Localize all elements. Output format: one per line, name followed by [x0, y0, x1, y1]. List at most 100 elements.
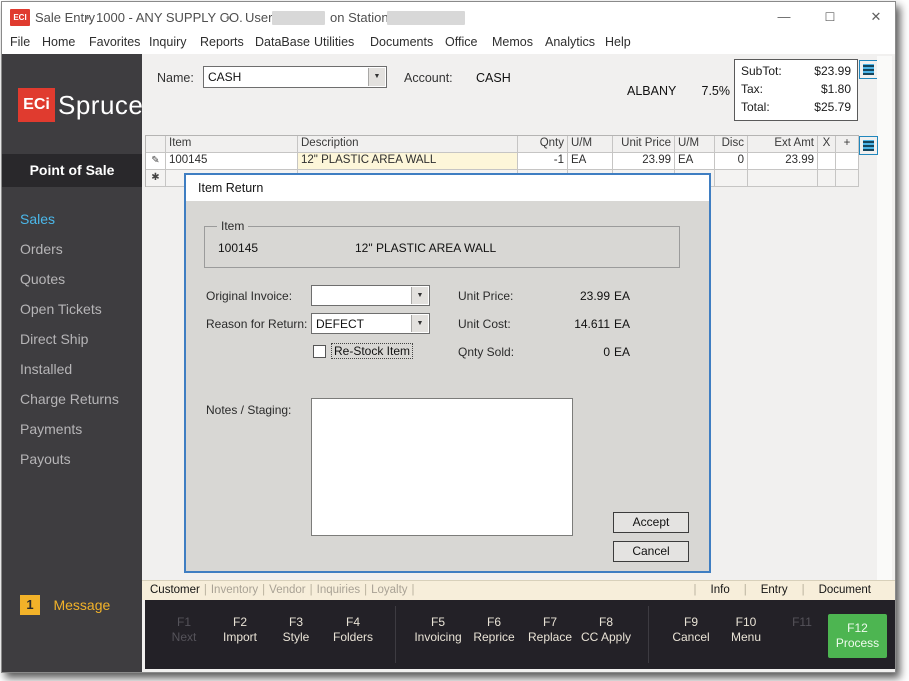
close-icon[interactable]: ✕ [860, 4, 892, 30]
app-window: ECI Sale Entry • 1000 - ANY SUPPLY CO. •… [2, 2, 895, 672]
menu-home[interactable]: Home [42, 35, 75, 49]
menu-inquiry[interactable]: Inquiry [149, 35, 187, 49]
cell-disc[interactable]: 0 [715, 153, 748, 170]
main-content: Name: CASH ▼ Account: CASH ALBANY 7.5% S… [142, 54, 895, 672]
fkey-f3-style[interactable]: F3Style [268, 615, 324, 645]
cell-um1[interactable]: EA [568, 153, 613, 170]
menu-office[interactable]: Office [445, 35, 477, 49]
tab-document[interactable]: Document [805, 584, 885, 596]
unit-cost-um: EA [614, 317, 630, 331]
sidebar-item-payouts[interactable]: Payouts [2, 444, 142, 474]
cell-um2[interactable]: EA [675, 153, 715, 170]
station-name-redacted [387, 11, 465, 25]
cell-unit-price[interactable]: 23.99 [613, 153, 675, 170]
tab-customer[interactable]: Customer [146, 584, 204, 596]
maximize-icon[interactable]: ☐ [814, 4, 846, 30]
tab-entry[interactable]: Entry [747, 584, 802, 596]
sidebar-item-orders[interactable]: Orders [2, 234, 142, 264]
table-row[interactable]: ✎ 100145 12" PLASTIC AREA WALL -1 EA 23.… [146, 153, 859, 170]
tab-inquiries[interactable]: Inquiries [313, 584, 364, 596]
menu-reports[interactable]: Reports [200, 35, 244, 49]
cell-x[interactable] [818, 153, 836, 170]
accept-button[interactable]: Accept [613, 512, 689, 533]
fkey-f11: F11 [774, 615, 830, 630]
cell-item[interactable]: 100145 [166, 153, 298, 170]
fkey-f9-cancel[interactable]: F9Cancel [663, 615, 719, 645]
chevron-down-icon[interactable]: ▼ [411, 287, 428, 304]
col-unit-price[interactable]: Unit Price [613, 136, 675, 153]
chevron-down-icon[interactable]: ▼ [411, 315, 428, 332]
menu-help[interactable]: Help [605, 35, 631, 49]
sidebar-item-installed[interactable]: Installed [2, 354, 142, 384]
menu-utilities[interactable]: Utilities [314, 35, 354, 49]
fkey-f5-invoicing[interactable]: F5Invoicing [410, 615, 466, 645]
sidebar-item-open-tickets[interactable]: Open Tickets [2, 294, 142, 324]
qnty-sold-um: EA [614, 345, 630, 359]
tab-info[interactable]: Info [697, 584, 744, 596]
menu-documents[interactable]: Documents [370, 35, 433, 49]
col-item[interactable]: Item [166, 136, 298, 153]
restock-label[interactable]: Re-Stock Item [331, 343, 413, 359]
fkey-f12-process-button[interactable]: F12Process [828, 614, 887, 658]
menu-file[interactable]: File [10, 35, 30, 49]
sidebar-item-sales[interactable]: Sales [2, 204, 142, 234]
col-disc[interactable]: Disc [715, 136, 748, 153]
bullet-icon: • [226, 10, 231, 25]
fkey-f8-cc-apply[interactable]: F8CC Apply [578, 615, 634, 645]
cancel-button[interactable]: Cancel [613, 541, 689, 562]
cell-ext-amt[interactable]: 23.99 [748, 153, 818, 170]
totals-menu-icon[interactable] [859, 60, 878, 79]
totals-panel: SubTot:$23.99 Tax:$1.80 Total:$25.79 [734, 59, 858, 121]
col-description[interactable]: Description [298, 136, 518, 153]
bullet-icon: • [85, 10, 90, 25]
reason-label: Reason for Return: [206, 317, 307, 331]
sidebar-item-charge-returns[interactable]: Charge Returns [2, 384, 142, 414]
row-header-cell [146, 136, 166, 153]
cell-description[interactable]: 12" PLASTIC AREA WALL [298, 153, 518, 170]
company-name: 1000 - ANY SUPPLY CO. [96, 10, 243, 25]
bottom-tab-bar: Customer|Inventory|Vendor|Inquiries|Loya… [142, 580, 895, 600]
tax-label: Tax: [741, 80, 763, 98]
item-return-dialog: Item Return Item 100145 12" PLASTIC AREA… [185, 174, 710, 572]
chevron-down-icon[interactable]: ▼ [368, 68, 385, 86]
fkey-f7-replace[interactable]: F7Replace [522, 615, 578, 645]
fnbar-divider [648, 606, 649, 663]
fkey-f10-menu[interactable]: F10Menu [718, 615, 774, 645]
col-qnty[interactable]: Qnty [518, 136, 568, 153]
col-ext-amt[interactable]: Ext Amt [748, 136, 818, 153]
eci-brand-icon: ECi [18, 88, 55, 122]
reason-combo[interactable]: DEFECT ▼ [311, 313, 430, 334]
sidebar-item-payments[interactable]: Payments [2, 414, 142, 444]
menu-memos[interactable]: Memos [492, 35, 533, 49]
cell-qnty[interactable]: -1 [518, 153, 568, 170]
sidebar-item-direct-ship[interactable]: Direct Ship [2, 324, 142, 354]
menu-favorites[interactable]: Favorites [89, 35, 140, 49]
fkey-f2-import[interactable]: F2Import [212, 615, 268, 645]
tab-vendor[interactable]: Vendor [265, 584, 309, 596]
menu-analytics[interactable]: Analytics [545, 35, 595, 49]
tab-loyalty[interactable]: Loyalty [367, 584, 411, 596]
new-row-icon: ✱ [146, 170, 166, 187]
col-plus[interactable]: + [836, 136, 859, 153]
original-invoice-combo[interactable]: ▼ [311, 285, 430, 306]
notes-input[interactable] [311, 398, 573, 536]
minimize-icon[interactable]: — [768, 4, 800, 30]
col-x[interactable]: X [818, 136, 836, 153]
menu-database[interactable]: DataBase [255, 35, 310, 49]
col-um1[interactable]: U/M [568, 136, 613, 153]
menu-bar: File Home Favorites Inquiry Reports Data… [2, 32, 895, 54]
customer-name-combo[interactable]: CASH ▼ [203, 66, 387, 88]
cell-plus[interactable] [836, 153, 859, 170]
fkey-f6-reprice[interactable]: F6Reprice [466, 615, 522, 645]
sidebar-item-quotes[interactable]: Quotes [2, 264, 142, 294]
col-um2[interactable]: U/M [675, 136, 715, 153]
reason-value: DEFECT [316, 317, 364, 331]
section-title: Point of Sale [2, 154, 142, 187]
fkey-f4-folders[interactable]: F4Folders [325, 615, 381, 645]
message-indicator[interactable]: 1 Message [20, 595, 110, 615]
unit-price-label: Unit Price: [458, 289, 513, 303]
restock-checkbox[interactable] [313, 345, 326, 358]
tab-inventory[interactable]: Inventory [207, 584, 262, 596]
unit-cost-value: 14.611 [516, 317, 610, 331]
grid-menu-icon[interactable] [859, 136, 878, 155]
